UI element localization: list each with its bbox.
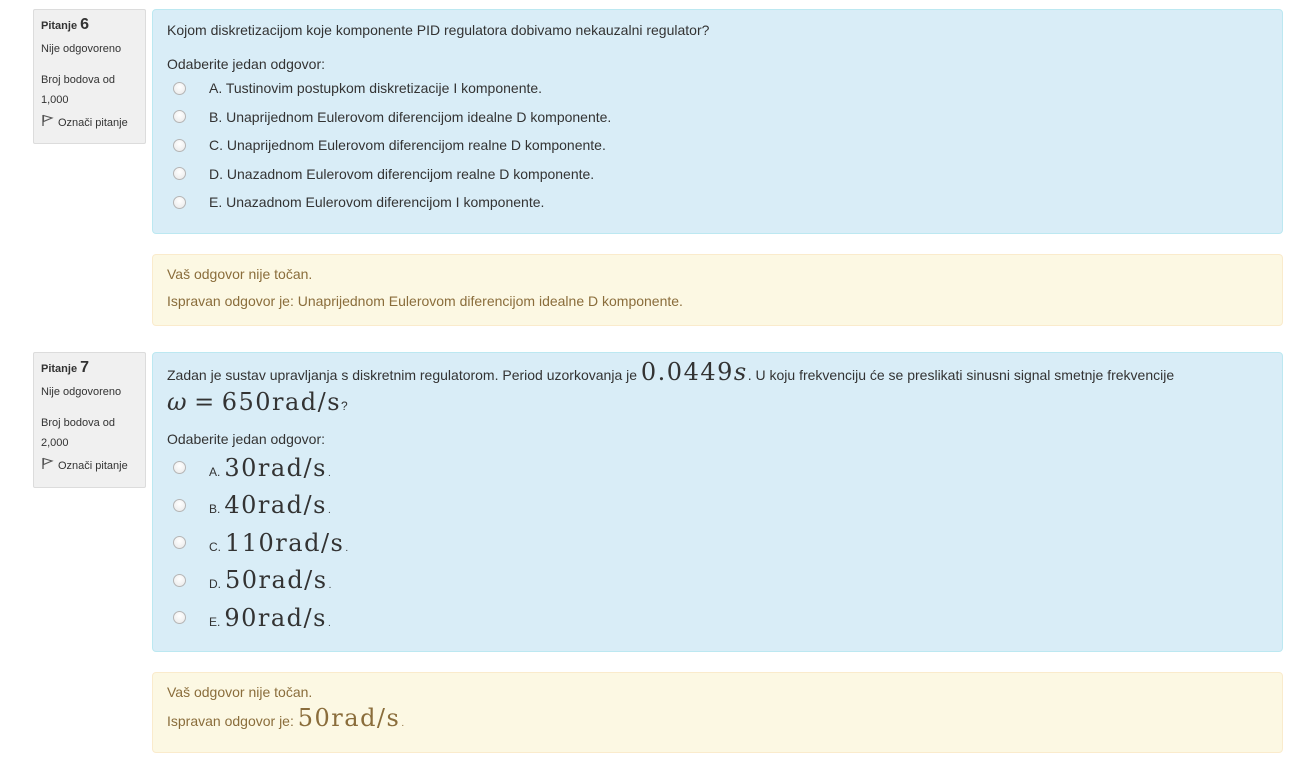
answer-option-label[interactable]: B. 40rad/s. — [209, 491, 331, 519]
right-answer: Ispravan odgovor je: 50rad/s. — [167, 704, 405, 732]
answer-option-c[interactable]: C. 110rad/s. — [167, 524, 1268, 562]
radio-button[interactable] — [173, 573, 186, 587]
flag-question-button[interactable]: Označi pitanje — [41, 114, 138, 131]
question-text: Kojom diskretizacijom koje komponente PI… — [167, 22, 710, 38]
question-formulation-7: Zadan je sustav upravljanja s diskretnim… — [152, 352, 1283, 652]
answer-option-a[interactable]: A. 30rad/s. — [167, 449, 1268, 487]
radio-button[interactable] — [173, 138, 186, 152]
answer-option-d[interactable]: D. 50rad/s. — [167, 562, 1268, 600]
right-answer: Ispravan odgovor je: Unaprijednom Eulero… — [167, 293, 683, 309]
flag-icon — [41, 457, 54, 474]
omega-math: ω = 650rad/s — [167, 388, 342, 416]
question-text: Zadan je sustav upravljanja s diskretnim… — [167, 358, 1175, 416]
answer-option-b[interactable]: B. Unaprijednom Eulerovom diferencijom i… — [167, 103, 1268, 132]
question-state: Nije odgovoreno — [41, 386, 122, 398]
flag-question-label: Označi pitanje — [58, 116, 128, 129]
feedback-text: Vaš odgovor nije točan. — [167, 684, 313, 700]
radio-button[interactable] — [173, 110, 186, 124]
answer-option-d[interactable]: D. Unazadnom Eulerovom diferencijom real… — [167, 160, 1268, 189]
sampling-period-math: 0.0449s — [640, 358, 748, 386]
answer-option-label[interactable]: C. Unaprijednom Eulerovom diferencijom r… — [209, 137, 606, 153]
answer-option-label[interactable]: D. Unazadnom Eulerovom diferencijom real… — [209, 166, 594, 182]
answer-option-label[interactable]: D. 50rad/s. — [209, 566, 331, 594]
radio-button[interactable] — [173, 167, 186, 181]
answer-option-e[interactable]: E. 90rad/s. — [167, 599, 1268, 637]
answer-option-e[interactable]: E. Unazadnom Eulerovom diferencijom I ko… — [167, 188, 1268, 217]
question-number-value: 6 — [80, 16, 90, 33]
question-number: Pitanje 6 — [41, 16, 90, 33]
answer-options: A. 30rad/s. B. 40rad/s. C. 110rad/s. D. 50ra… — [167, 449, 1268, 637]
question-info-6: Pitanje 6 Nije odgovoreno Broj bodova od… — [33, 9, 146, 144]
answer-option-label[interactable]: C. 110rad/s. — [209, 529, 348, 557]
question-info-7: Pitanje 7 Nije odgovoreno Broj bodova od… — [33, 352, 146, 488]
question-number-value: 7 — [80, 359, 90, 376]
flag-question-label: Označi pitanje — [58, 459, 128, 472]
flag-icon — [41, 114, 54, 131]
question-formulation-6: Kojom diskretizacijom koje komponente PI… — [152, 9, 1283, 234]
radio-button[interactable] — [173, 195, 186, 209]
question-number: Pitanje 7 — [41, 359, 90, 376]
question-outcome-7: Vaš odgovor nije točan. Ispravan odgovor… — [152, 672, 1283, 753]
flag-question-button[interactable]: Označi pitanje — [41, 457, 138, 474]
answer-option-b[interactable]: B. 40rad/s. — [167, 487, 1268, 525]
radio-button[interactable] — [173, 461, 186, 475]
answer-prompt: Odaberite jedan odgovor: — [167, 431, 325, 447]
question-state: Nije odgovoreno — [41, 43, 122, 55]
question-grade: Broj bodova od 1,000 — [41, 74, 115, 106]
feedback-text: Vaš odgovor nije točan. — [167, 266, 313, 282]
answer-option-label[interactable]: A. Tustinovim postupkom diskretizacije I… — [209, 80, 542, 96]
answer-option-label[interactable]: E. 90rad/s. — [209, 604, 331, 632]
question-outcome-6: Vaš odgovor nije točan. Ispravan odgovor… — [152, 254, 1283, 326]
answer-option-c[interactable]: C. Unaprijednom Eulerovom diferencijom r… — [167, 131, 1268, 160]
answer-options: A. Tustinovim postupkom diskretizacije I… — [167, 74, 1268, 217]
answer-prompt: Odaberite jedan odgovor: — [167, 56, 325, 72]
answer-option-a[interactable]: A. Tustinovim postupkom diskretizacije I… — [167, 74, 1268, 103]
radio-button[interactable] — [173, 611, 186, 625]
question-grade: Broj bodova od 2,000 — [41, 417, 115, 449]
radio-button[interactable] — [173, 81, 186, 95]
answer-option-label[interactable]: E. Unazadnom Eulerovom diferencijom I ko… — [209, 194, 544, 210]
answer-option-label[interactable]: B. Unaprijednom Eulerovom diferencijom i… — [209, 109, 611, 125]
radio-button[interactable] — [173, 536, 186, 550]
radio-button[interactable] — [173, 498, 186, 512]
answer-option-label[interactable]: A. 30rad/s. — [209, 454, 331, 482]
